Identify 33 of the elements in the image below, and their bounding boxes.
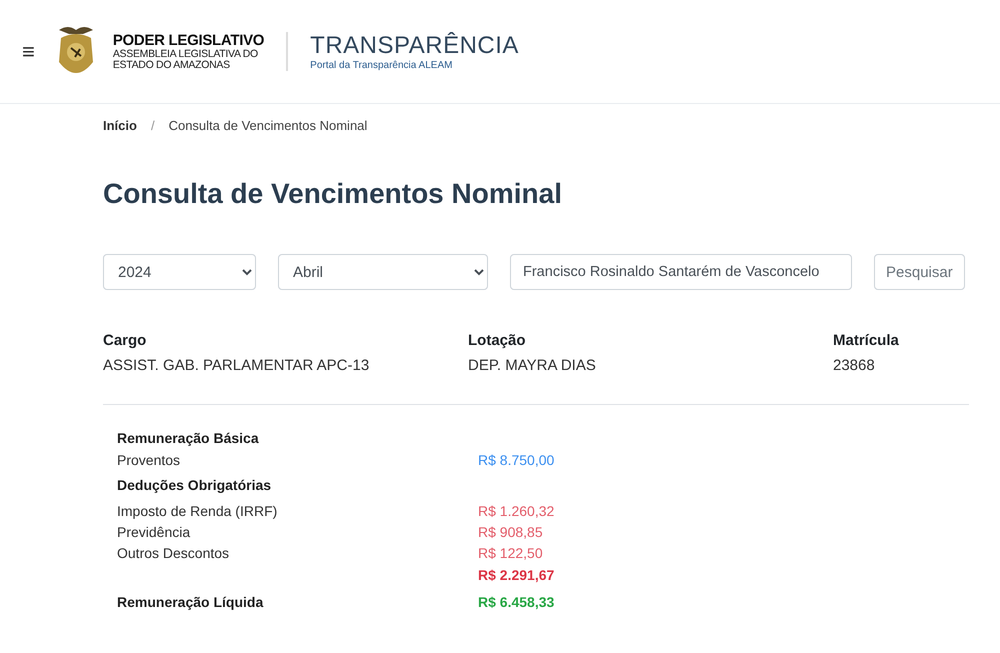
name-field[interactable]: Francisco Rosinaldo Santarém de Vasconcelo: [510, 254, 852, 290]
item-label: Imposto de Renda (IRRF): [117, 502, 278, 518]
info-label: Matrícula: [833, 332, 900, 349]
current-page-label: Consulta de Vencimentos Nominal: [168, 118, 368, 132]
month-select[interactable]: Abril: [278, 254, 488, 290]
item-label: Outros Descontos: [117, 544, 230, 560]
amount: R$ 908,85: [478, 524, 544, 540]
info-label: Lotação: [468, 332, 527, 349]
info-value: 23868: [833, 357, 876, 374]
year-select[interactable]: 2024: [103, 254, 256, 290]
org-title: PODER LEGISLATIVO: [112, 32, 264, 49]
info-value: ASSIST. GAB. PARLAMENTAR APC-13: [103, 357, 370, 374]
portal-subtitle: Portal da Transparência ALEAM: [310, 60, 454, 71]
amount: R$ 122,50: [478, 544, 544, 560]
amount: R$ 8.750,00: [478, 452, 556, 468]
section-heading: Remuneração Líquida: [117, 594, 264, 610]
amount: R$ 6.458,33: [478, 594, 556, 610]
breadcrumb-link[interactable]: Início: [103, 118, 137, 132]
menu-icon[interactable]: ≡: [22, 40, 35, 62]
info-value: DEP. MAYRA DIAS: [468, 357, 597, 374]
page-title: Consulta de Vencimentos Nominal: [103, 178, 563, 210]
org-subtitle: ASSEMBLEIA LEGISLATIVA DO: [112, 49, 259, 60]
amount: R$ 1.260,32: [478, 502, 556, 518]
breadcrumb-separator: /: [150, 118, 155, 132]
item-label: Proventos: [117, 452, 182, 468]
amount: R$ 2.291,67: [478, 567, 556, 583]
org-subtitle: ESTADO DO AMAZONAS: [112, 60, 231, 71]
section-heading: Deduções Obrigatórias: [117, 477, 272, 493]
info-label: Cargo: [103, 332, 148, 349]
search-button[interactable]: Pesquisar: [874, 254, 965, 290]
portal-title: TRANSPARÊNCIA: [310, 32, 519, 60]
item-label: Previdência: [117, 524, 192, 540]
section-heading: Remuneração Básica: [117, 430, 260, 446]
